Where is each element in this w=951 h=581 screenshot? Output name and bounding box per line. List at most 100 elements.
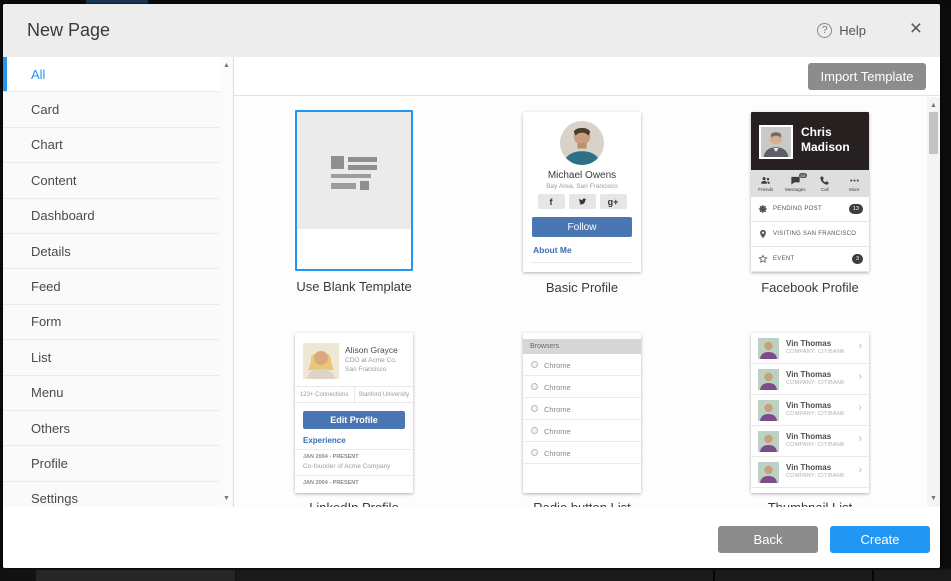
- content-lines-icon: [331, 156, 377, 190]
- sidebar-item-all[interactable]: All: [3, 57, 233, 92]
- divider: [531, 262, 633, 263]
- follow-button: Follow: [532, 217, 632, 237]
- background-block: [236, 570, 951, 581]
- google-plus-icon: g+: [600, 194, 627, 209]
- scrollbar-up-icon[interactable]: ▲: [220, 62, 233, 69]
- back-button[interactable]: Back: [718, 526, 818, 553]
- dialog-footer: Back Create: [3, 507, 940, 568]
- profile-header: Chris Madison: [751, 112, 869, 170]
- avatar: [303, 343, 339, 379]
- avatar: [758, 400, 779, 421]
- template-card-radio-list[interactable]: Browsers Chrome Chrome Chrome Chrome Chr…: [523, 333, 641, 493]
- close-icon[interactable]: ×: [910, 18, 922, 40]
- scrollbar-thumb[interactable]: [929, 112, 938, 154]
- sidebar-item-label: Content: [31, 173, 77, 188]
- background-app-bottom: [0, 568, 951, 581]
- template-label: Basic Profile: [472, 280, 692, 295]
- sidebar-item-label: Others: [31, 421, 70, 436]
- sidebar-scrollbar[interactable]: ▲ ▼: [220, 57, 233, 507]
- help-question-icon: ?: [817, 23, 832, 38]
- person-name: Michael Owens: [523, 170, 641, 181]
- sidebar-item-label: Chart: [31, 137, 63, 152]
- background-divider: [872, 570, 874, 581]
- radio-list: Chrome Chrome Chrome Chrome Chrome: [523, 354, 641, 464]
- chevron-right-icon: ›: [858, 403, 862, 414]
- sidebar-item-list[interactable]: List: [3, 340, 233, 375]
- about-me-link: About Me: [533, 245, 572, 255]
- twitter-icon: [569, 194, 596, 209]
- scrollbar-down-icon[interactable]: ▼: [220, 495, 233, 502]
- profile-rows: PENDING POST 13 VISITING SAN FRANCISCO E…: [751, 197, 869, 272]
- avatar: [758, 462, 779, 483]
- sidebar-item-label: Menu: [31, 385, 64, 400]
- facebook-icon: f: [538, 194, 565, 209]
- scrollbar-down-icon[interactable]: ▼: [927, 495, 940, 502]
- template-card-linkedin-profile[interactable]: Alison Grayce CDO at Acme Co. San Franci…: [295, 333, 413, 493]
- sidebar-item-settings[interactable]: Settings: [3, 482, 233, 507]
- template-card-basic-profile[interactable]: Michael Owens Bay Area, San Francisco f …: [523, 112, 641, 272]
- school-stat: Stanford University: [355, 387, 414, 402]
- experience-title: Co-founder of Acme Company: [303, 463, 390, 470]
- template-label: Thumbnail List: [700, 500, 920, 507]
- sidebar-item-details[interactable]: Details: [3, 234, 233, 269]
- avatar: [758, 369, 779, 390]
- sidebar-item-label: Details: [31, 244, 71, 259]
- star-icon: [758, 254, 768, 264]
- list-item: Vin Thomas COMPANY: CITIBANK ›: [751, 333, 869, 364]
- sidebar-item-profile[interactable]: Profile: [3, 446, 233, 481]
- chevron-right-icon: ›: [858, 465, 862, 476]
- list-item: Vin Thomas COMPANY: CITIBANK ›: [751, 395, 869, 426]
- list-item: Vin Thomas COMPANY: CITIBANK ›: [751, 364, 869, 395]
- create-button[interactable]: Create: [830, 526, 930, 553]
- template-grid-scrollbar[interactable]: ▲ ▼: [927, 97, 940, 507]
- more-action: More: [840, 170, 870, 197]
- background-block: [36, 570, 235, 581]
- chevron-right-icon: ›: [858, 372, 862, 383]
- scrollbar-up-icon[interactable]: ▲: [927, 102, 940, 109]
- experience-date: JAN 2004 - PRESENT: [303, 454, 359, 460]
- new-page-dialog: New Page ? Help × All Card Chart Content…: [3, 4, 940, 568]
- sidebar-item-dashboard[interactable]: Dashboard: [3, 199, 233, 234]
- call-icon: [819, 175, 830, 186]
- experience-date: JAN 2004 - PRESENT: [303, 480, 359, 486]
- help-label: Help: [839, 23, 866, 38]
- profile-actions: Friends 10 Messages Call: [751, 170, 869, 197]
- profile-stats: 123+ Connections Stanford University: [295, 386, 413, 403]
- screen: New Page ? Help × All Card Chart Content…: [0, 0, 951, 581]
- list-item: Chrome: [523, 420, 641, 442]
- sidebar-item-menu[interactable]: Menu: [3, 376, 233, 411]
- template-label: Radio button List: [472, 500, 692, 507]
- edit-profile-button: Edit Profile: [303, 411, 405, 429]
- messages-badge: 10: [799, 173, 807, 178]
- list-item: Chrome: [523, 398, 641, 420]
- category-sidebar: All Card Chart Content Dashboard Details…: [3, 57, 234, 507]
- radio-icon: [531, 405, 538, 412]
- location-pin-icon: [758, 229, 768, 239]
- template-panel: Import Template Use Blank Template: [234, 57, 940, 507]
- help-button[interactable]: ? Help: [817, 23, 866, 38]
- pending-post-row: PENDING POST 13: [751, 197, 869, 222]
- page-title: New Page: [27, 20, 110, 41]
- sidebar-item-label: Settings: [31, 491, 78, 506]
- template-card-blank[interactable]: [295, 110, 413, 271]
- template-card-facebook-profile[interactable]: Chris Madison Friends 10 Messages: [751, 112, 869, 272]
- sidebar-item-card[interactable]: Card: [3, 92, 233, 127]
- sidebar-item-chart[interactable]: Chart: [3, 128, 233, 163]
- divider: [295, 449, 413, 450]
- pending-post-badge: 13: [849, 204, 863, 214]
- template-toolbar: Import Template: [234, 57, 940, 96]
- template-label: Use Blank Template: [244, 279, 464, 294]
- import-template-button[interactable]: Import Template: [808, 63, 926, 90]
- avatar: [759, 125, 793, 159]
- list-item: Chrome: [523, 442, 641, 464]
- template-card-thumbnail-list[interactable]: Vin Thomas COMPANY: CITIBANK › Vin Thoma…: [751, 333, 869, 493]
- sidebar-item-form[interactable]: Form: [3, 305, 233, 340]
- sidebar-item-feed[interactable]: Feed: [3, 269, 233, 304]
- sidebar-item-label: Feed: [31, 279, 61, 294]
- person-city: San Francisco: [345, 366, 387, 373]
- sidebar-item-others[interactable]: Others: [3, 411, 233, 446]
- sidebar-item-content[interactable]: Content: [3, 163, 233, 198]
- radio-icon: [531, 427, 538, 434]
- sidebar-item-label: Dashboard: [31, 208, 95, 223]
- avatar: [758, 338, 779, 359]
